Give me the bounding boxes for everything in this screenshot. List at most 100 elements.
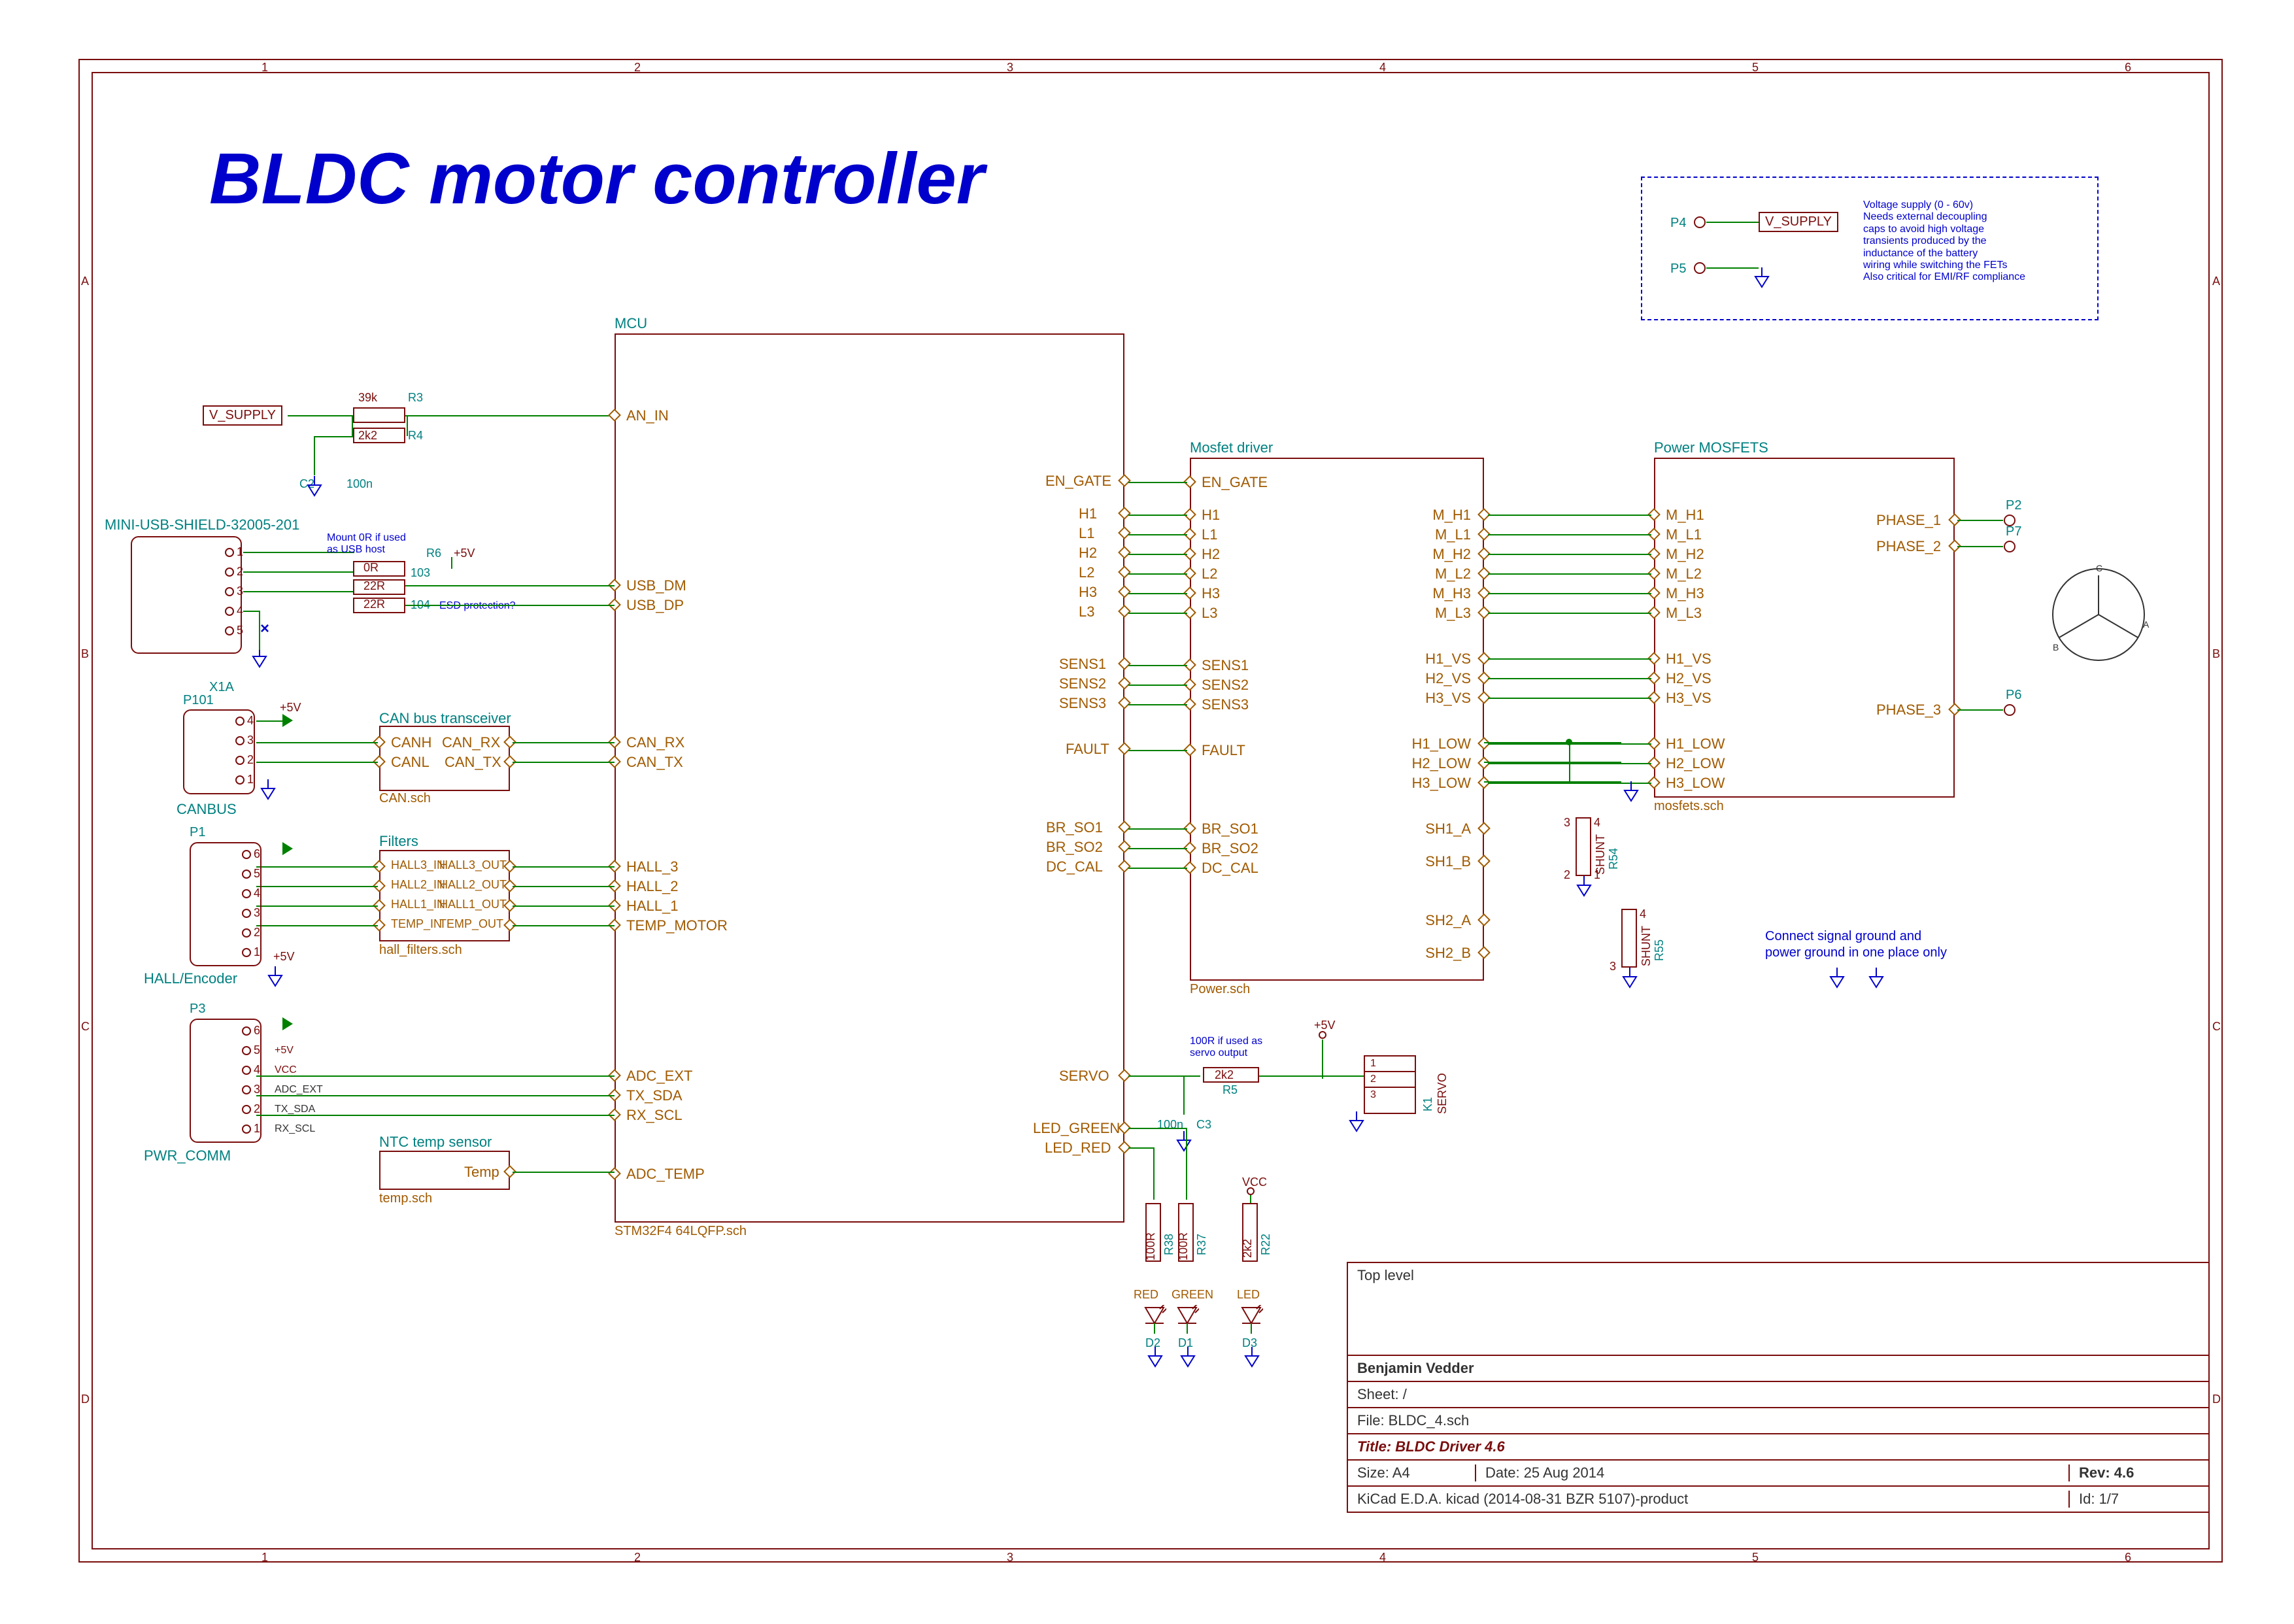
w-mcu-drv-1: [1128, 515, 1187, 516]
grid-col-1-top: 1: [261, 61, 268, 75]
r4-val: 2k2: [358, 429, 377, 443]
grid-col-6-bot: 6: [2125, 1551, 2131, 1565]
grid-row-C-r: C: [2212, 1020, 2221, 1034]
mcu-block: [615, 333, 1124, 1223]
w-drv-mos-3: [1488, 573, 1651, 575]
phase1-label: PHASE_1: [1876, 512, 1941, 529]
canbus-5v: +5V: [280, 701, 301, 715]
wire-p4: [1706, 222, 1759, 223]
r6-ref: R6: [426, 547, 441, 560]
hall-pin-1: 1: [242, 945, 260, 959]
gnd-r54-icon: [1574, 876, 1594, 902]
w-drv-mos-6: [1488, 658, 1651, 660]
usb-5v: +5V: [454, 547, 475, 560]
pc-sig-4: TX_SDA: [275, 1104, 315, 1115]
supply-note-text: Voltage supply (0 - 60v) Needs external …: [1863, 199, 2085, 284]
pc-pin-6: 6: [242, 1024, 260, 1038]
grid-row-B-r: B: [2212, 647, 2220, 661]
mcu-r-s3: SENS3: [1059, 695, 1106, 712]
tb-file: File: BLDC_4.sch: [1357, 1412, 1469, 1429]
tb-rev: Rev: 4.6: [2068, 1464, 2199, 1481]
ground-note: Connect signal ground and power ground i…: [1765, 928, 1947, 961]
w-h3low: [1484, 781, 1621, 783]
hall-arrow: [282, 842, 293, 855]
w-canl: [256, 762, 378, 763]
driver-sch: Power.sch: [1190, 982, 1250, 997]
driver-label: Mosfet driver: [1190, 439, 1273, 456]
mcu-r-eng: EN_GATE: [1039, 473, 1111, 490]
grid-row-B-l: B: [81, 647, 89, 661]
mos-l-7: H2_VS: [1666, 670, 1712, 687]
servo-note: 100R if used as servo output: [1190, 1036, 1262, 1060]
r104-val: 22R: [363, 598, 385, 611]
mcu-r-servo: SERVO: [1059, 1068, 1109, 1085]
w-c2-t: [314, 436, 353, 437]
w-mcu-drv-6: [1128, 613, 1187, 614]
w-usbdp: [405, 605, 615, 606]
pwrcomm-name: PWR_COMM: [144, 1147, 231, 1164]
hall-pin-2: 2: [242, 926, 260, 939]
r38-ref: R38: [1162, 1234, 1176, 1255]
w-drv-mos-0: [1488, 515, 1651, 516]
w-phase1: [1957, 520, 2003, 521]
hall-pin-5: 5: [242, 867, 260, 881]
w-ledr-v: [1153, 1147, 1155, 1200]
usb-nc-icon: ×: [260, 620, 269, 638]
mcu-r-l2: L2: [1079, 564, 1094, 581]
drv-l-12: BR_SO2: [1202, 840, 1258, 857]
mcu-l-h1: HALL_1: [626, 898, 679, 915]
w-mcu-drv-0: [1128, 482, 1187, 483]
w-mcu-drv-4: [1128, 573, 1187, 575]
canbus-p1: 1: [235, 773, 254, 787]
r5-ref: R5: [1223, 1083, 1238, 1097]
mcu-l-usbdm: USB_DM: [626, 577, 686, 594]
filters-sch: hall_filters.sch: [379, 943, 462, 958]
mos-l-5: M_L3: [1666, 605, 1702, 622]
drv-l-4: L2: [1202, 566, 1217, 583]
can-rx: CAN_RX: [442, 734, 500, 751]
pc-sig-5: RX_SCL: [275, 1123, 315, 1135]
vcc-circle-icon: [1246, 1187, 1255, 1196]
svg-text:A: A: [2143, 619, 2150, 630]
grid-col-5-bot: 5: [1752, 1551, 1759, 1565]
w-ledg-v: [1186, 1128, 1187, 1200]
led-d3-icon: [1240, 1305, 1263, 1338]
drv-l-9: SENS3: [1202, 696, 1249, 713]
canbus-p4: 4: [235, 714, 254, 728]
k1-name: SERVO: [1436, 1073, 1449, 1114]
mcu-label: MCU: [615, 315, 647, 332]
drv-r-2: M_H2: [1406, 546, 1471, 563]
drv-r-4: M_H3: [1406, 585, 1471, 602]
gnd-usb-icon: [250, 647, 269, 673]
w-h2low: [1484, 762, 1621, 763]
drv-r-12: SH1_A: [1406, 820, 1471, 837]
k1-ref: K1: [1421, 1097, 1435, 1111]
w-hall-2: [256, 905, 378, 907]
r55-val: SHUNT: [1640, 926, 1653, 966]
w-anin: [405, 415, 615, 416]
can-tx: CAN_TX: [445, 754, 501, 771]
tb-size: Size: A4: [1357, 1464, 1475, 1481]
k1-p3: 3: [1370, 1089, 1376, 1100]
mos-l-2: M_H2: [1666, 546, 1704, 563]
w-usb2: [243, 571, 354, 573]
r22-ref: R22: [1259, 1234, 1273, 1255]
mcu-r-ledg: LED_GREEN: [1033, 1120, 1120, 1137]
w-mcu-drv-11: [1128, 828, 1187, 830]
r54-p1: 1: [1594, 868, 1600, 882]
w-rxscl: [256, 1115, 615, 1116]
w-servo2: [1259, 1075, 1364, 1077]
hall-name: HALL/Encoder: [144, 970, 237, 987]
mcu-sch: STM32F4 64LQFP.sch: [615, 1224, 747, 1239]
gnd-c2-icon: [305, 476, 324, 502]
motor-symbol-icon: A B C: [2040, 562, 2157, 667]
p5-ref: P5: [1670, 262, 1686, 277]
mcu-l-adcext: ADC_EXT: [626, 1068, 692, 1085]
w-vcc: [1250, 1195, 1251, 1203]
mcu-l-adct: ADC_TEMP: [626, 1166, 705, 1183]
r54-p4: 4: [1594, 816, 1600, 830]
drv-l-7: SENS1: [1202, 657, 1249, 674]
c3-ref: C3: [1196, 1118, 1211, 1132]
r103-ref: 103: [411, 566, 430, 580]
drv-r-14: SH2_A: [1406, 912, 1471, 929]
